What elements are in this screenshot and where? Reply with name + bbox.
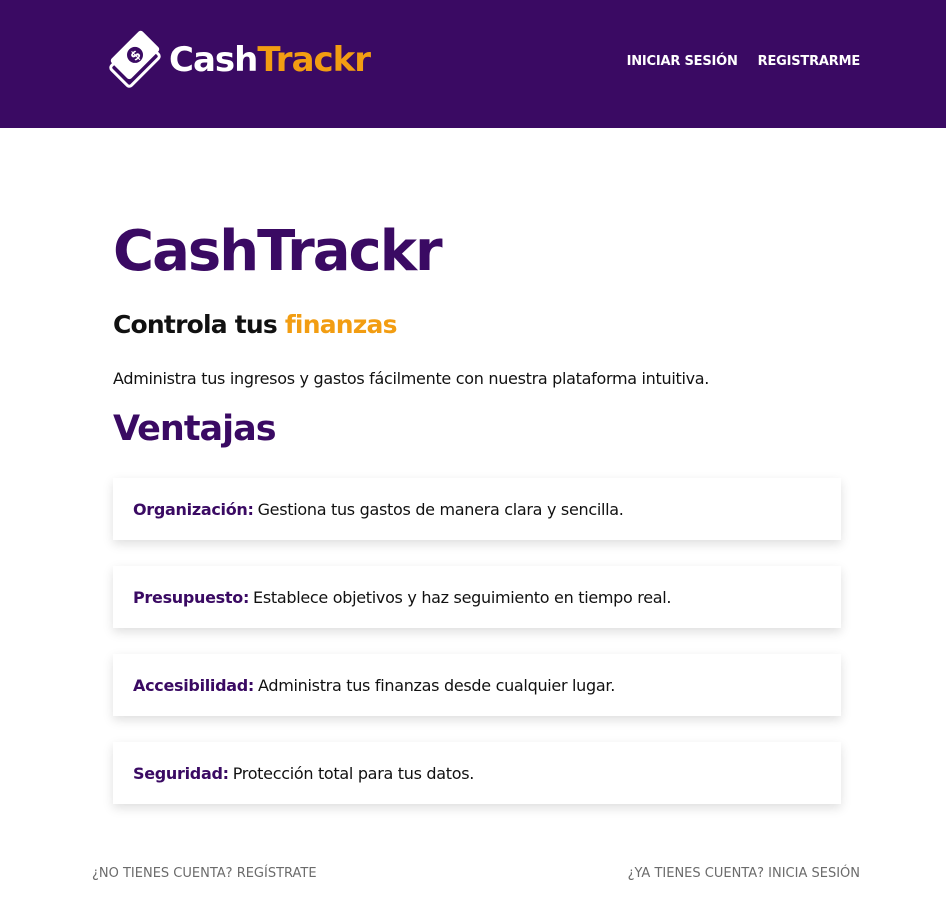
feature-card-organizacion: Organización: Gestiona tus gastos de man… — [113, 478, 841, 540]
register-link[interactable]: REGISTRARME — [758, 54, 861, 69]
money-bill-dollar-icon: $ — [109, 30, 161, 88]
footer-login-link[interactable]: ¿YA TIENES CUENTA? INICIA SESIÓN — [628, 866, 860, 881]
feature-card-seguridad: Seguridad: Protección total para tus dat… — [113, 742, 841, 804]
login-link[interactable]: INICIAR SESIÓN — [627, 54, 738, 69]
page-title: CashTrackr — [113, 219, 443, 284]
feature-text: Gestiona tus gastos de manera clara y se… — [257, 499, 624, 519]
top-nav: INICIAR SESIÓN REGISTRARME — [627, 54, 861, 69]
feature-key: Organización: — [133, 499, 254, 519]
footer: ¿NO TIENES CUENTA? REGÍSTRATE ¿YA TIENES… — [92, 866, 860, 881]
feature-text: Establece objetivos y haz seguimiento en… — [253, 587, 672, 607]
feature-key: Presupuesto: — [133, 587, 250, 607]
features-list: Organización: Gestiona tus gastos de man… — [113, 478, 841, 830]
intro-text: Administra tus ingresos y gastos fácilme… — [113, 369, 710, 388]
feature-key: Seguridad: — [133, 763, 229, 783]
section-title: Ventajas — [113, 409, 277, 449]
logo[interactable]: $ CashTrackr — [107, 28, 371, 92]
top-header: $ CashTrackr INICIAR SESIÓN REGISTRARME — [0, 0, 946, 128]
feature-card-presupuesto: Presupuesto: Establece objetivos y haz s… — [113, 566, 841, 628]
feature-card-accesibilidad: Accesibilidad: Administra tus finanzas d… — [113, 654, 841, 716]
feature-text: Protección total para tus datos. — [232, 763, 475, 783]
feature-key: Accesibilidad: — [133, 675, 255, 695]
footer-register-link[interactable]: ¿NO TIENES CUENTA? REGÍSTRATE — [92, 866, 317, 881]
tagline: Controla tus finanzas — [113, 310, 397, 339]
logo-text: CashTrackr — [169, 40, 371, 80]
feature-text: Administra tus finanzas desde cualquier … — [258, 675, 615, 695]
